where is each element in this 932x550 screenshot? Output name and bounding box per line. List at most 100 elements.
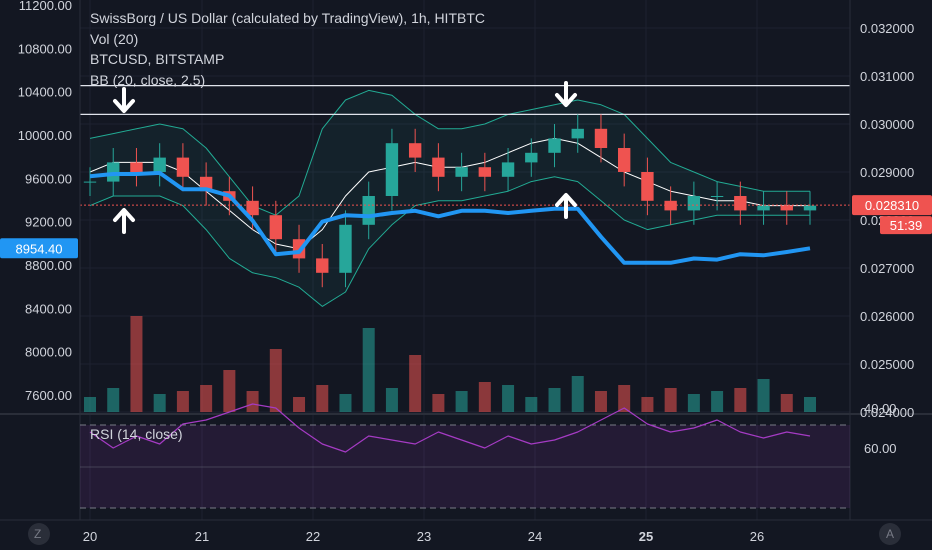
- x-axis-tick-label: 20: [83, 529, 97, 544]
- price-last-value-label: 0.028310: [865, 198, 919, 213]
- volume-bar: [548, 388, 561, 412]
- legend-bb[interactable]: BB (20, close, 2.5): [90, 70, 485, 91]
- legend-btcusd[interactable]: BTCUSD, BITSTAMP: [90, 49, 485, 70]
- volume-bar: [502, 385, 515, 412]
- volume-bar: [478, 382, 491, 412]
- candle-body: [687, 196, 701, 211]
- rsi-label: RSI (14, close): [90, 426, 183, 442]
- candle-body: [710, 196, 724, 197]
- arrow-up-icon: [555, 193, 577, 219]
- candle-body: [641, 172, 654, 201]
- x-axis-tick-label: 26: [750, 529, 764, 544]
- right-axis-tick-label: 0.025000: [860, 357, 914, 372]
- x-axis-tick-label: 25: [639, 529, 653, 544]
- volume-bar: [455, 391, 468, 412]
- candle-body: [734, 196, 747, 211]
- candle-body: [455, 167, 468, 177]
- chart-legend: SwissBorg / US Dollar (calculated by Tra…: [90, 8, 485, 90]
- volume-bar: [687, 394, 700, 412]
- volume-bar: [246, 391, 259, 412]
- volume-bar: [525, 397, 538, 412]
- left-axis-tick-label: 8000.00: [25, 345, 72, 360]
- candle-body: [571, 128, 584, 139]
- volume-bar: [269, 349, 282, 412]
- x-axis-tick-label: 21: [195, 529, 209, 544]
- left-axis-tick-label: 9200.00: [25, 215, 72, 230]
- candle-body: [269, 215, 282, 240]
- left-axis-tick-label: 8800.00: [25, 258, 72, 273]
- auto-scale-icon[interactable]: A: [886, 527, 894, 541]
- candle-body: [130, 162, 143, 172]
- right-axis-tick-label: 0.024000: [860, 405, 914, 420]
- candle-body: [664, 200, 677, 211]
- right-axis-tick-label: 0.029000: [860, 165, 914, 180]
- bb-fill: [90, 90, 810, 307]
- volume-bar: [594, 391, 607, 412]
- candle-body: [478, 167, 492, 177]
- volume-bar: [804, 397, 816, 412]
- left-axis-tick-label: 10400.00: [18, 85, 72, 100]
- left-axis-tick-label: 9600.00: [25, 171, 72, 186]
- candle-body: [780, 205, 793, 211]
- volume-bar: [664, 388, 677, 412]
- volume-bar: [176, 391, 189, 412]
- candle-body: [339, 224, 352, 273]
- candle-body: [408, 143, 422, 158]
- candle-body: [432, 157, 445, 177]
- left-axis-tick-label: 8400.00: [25, 301, 72, 316]
- volume-bar: [409, 355, 422, 412]
- right-axis-tick-label: 0.030000: [860, 117, 914, 132]
- candle-body: [618, 148, 631, 172]
- arrow-up-icon: [113, 208, 135, 234]
- volume-bar: [362, 328, 375, 412]
- volume-bar: [385, 388, 398, 412]
- x-axis-tick-label: 22: [306, 529, 320, 544]
- volume-bar: [130, 316, 143, 412]
- chart-root: RSI (14, close) 60.00 40.00 11200.00 10800.0…: [0, 0, 932, 550]
- candle-body: [385, 143, 399, 196]
- candle-body: [594, 128, 608, 148]
- volume-bar: [432, 394, 445, 412]
- volume-bar: [757, 379, 770, 412]
- right-axis-tick-label: 0.027000: [860, 261, 914, 276]
- candle-body: [548, 138, 561, 153]
- candle-body: [362, 196, 375, 225]
- volume-bar: [780, 394, 793, 412]
- volume-bar: [316, 385, 329, 412]
- candle-body: [176, 157, 190, 177]
- volume-bar: [84, 397, 96, 412]
- right-axis-tick-label: 0.026000: [860, 309, 914, 324]
- candle-body: [501, 162, 515, 177]
- candle-body: [803, 205, 817, 211]
- x-axis-tick-label: 24: [528, 529, 542, 544]
- volume-bar: [711, 391, 724, 412]
- right-axis-tick-label: 0.032000: [860, 21, 914, 36]
- left-axis-tick-label: 10800.00: [18, 41, 72, 56]
- left-axis-tick-label: 7600.00: [25, 388, 72, 403]
- btc-last-value-label: 8954.40: [16, 241, 63, 256]
- volume-bar: [734, 388, 747, 412]
- left-axis-tick-label: 11200.00: [19, 0, 72, 13]
- legend-volume[interactable]: Vol (20): [90, 29, 485, 50]
- arrow-down-icon: [113, 87, 135, 113]
- candle-body: [153, 157, 166, 172]
- rsi-tick-label: 60.00: [864, 441, 897, 456]
- volume-bar: [200, 385, 213, 412]
- volume-bar: [223, 370, 236, 412]
- volume-bar: [153, 394, 166, 412]
- countdown-label: 51:39: [890, 218, 923, 233]
- candle-body: [525, 152, 538, 163]
- volume-bar: [107, 388, 120, 412]
- chart-title[interactable]: SwissBorg / US Dollar (calculated by Tra…: [90, 8, 485, 29]
- x-axis-tick-label: 23: [417, 529, 431, 544]
- left-axis-tick-label: 10000.00: [18, 128, 72, 143]
- volume-bar: [641, 397, 654, 412]
- volume-bar: [293, 397, 306, 412]
- volume-bar: [339, 394, 352, 412]
- candle-body: [83, 181, 97, 183]
- candle-body: [316, 258, 329, 273]
- candle-body: [757, 205, 770, 211]
- timezone-icon[interactable]: Z: [34, 527, 41, 541]
- right-axis-tick-label: 0.031000: [860, 69, 914, 84]
- volume-bar: [571, 376, 584, 412]
